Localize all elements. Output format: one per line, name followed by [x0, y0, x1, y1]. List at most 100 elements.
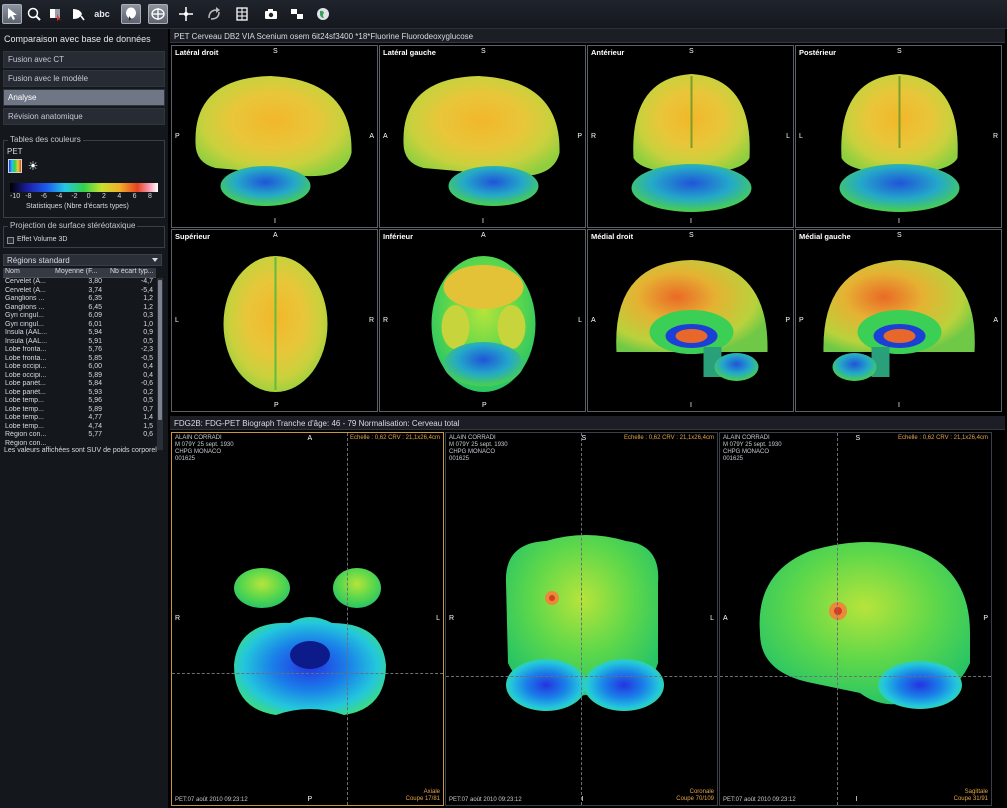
brightness-icon[interactable]: ☀: [26, 159, 40, 173]
annotation-tool-button[interactable]: abc: [92, 4, 112, 24]
orientation-label: L: [436, 615, 440, 622]
table-row[interactable]: Lobe temp... 4,74 1,5: [3, 423, 156, 432]
table-row[interactable]: Lobe occipi... 5,89 0,4: [3, 372, 156, 381]
patient-info-line: M 079Y 25 sept. 1930: [175, 442, 234, 448]
surface-pane[interactable]: Inférieur A P R L: [379, 229, 586, 412]
pane-title: Inférieur: [383, 232, 414, 241]
surface-pane[interactable]: Médial gauche S I P A: [795, 229, 1002, 412]
regions-table: Nom Moyenne (F... Nb écart typ... Cervel…: [3, 268, 156, 448]
table-row[interactable]: Lobe fronta... 5,85 -0,5: [3, 355, 156, 364]
table-cell: 3,74: [88, 286, 102, 294]
brain-surface-render: [403, 76, 560, 206]
table-scrollbar[interactable]: [157, 278, 163, 450]
acquisition-date: PET:07 août 2010 09:23:12: [449, 797, 522, 803]
pet-slice-image: [759, 542, 970, 709]
table-cell: 5,96: [88, 397, 102, 404]
table-row[interactable]: Insula (AAL... 5,94 0,9: [3, 329, 156, 338]
table-row[interactable]: Insula (AAL... 5,91 0,5: [3, 338, 156, 347]
crosshair-vertical[interactable]: [347, 433, 348, 805]
crosshair-vertical[interactable]: [837, 433, 838, 805]
patient-info-line: CHPG MONACO: [449, 449, 496, 455]
table-cell: 0,5: [143, 397, 153, 404]
pane-title: Postérieur: [799, 48, 837, 57]
table-cell: 6,00: [88, 363, 102, 370]
slice-info: Axiale Coupe 17/81: [406, 789, 440, 803]
column-header-name[interactable]: Nom: [3, 268, 53, 277]
table-cell: -0,5: [140, 354, 153, 362]
brain-select-tool-button[interactable]: [121, 4, 141, 24]
surface-pane[interactable]: Médial droit S I A P: [587, 229, 794, 412]
table-cell: 0,9: [143, 329, 153, 336]
table-row[interactable]: Région con... 5,77 0,6: [3, 431, 156, 440]
table-row[interactable]: Lobe temp... 5,89 0,7: [3, 406, 156, 415]
projection-legend: Projection de surface stéréotaxique: [8, 221, 138, 230]
crosshair-tool-button[interactable]: [176, 4, 196, 24]
table-row[interactable]: Gyri cingul... 6,01 1,0: [3, 321, 156, 330]
patient-info-line: CHPG MONACO: [175, 449, 222, 455]
footnote: Les valeurs affichées sont SUV de poids …: [4, 447, 157, 454]
acquisition-date: PET:07 août 2010 09:23:12: [723, 797, 796, 803]
table-row[interactable]: Lobe pariét... 5,93 0,2: [3, 389, 156, 398]
crosshair-horizontal[interactable]: [720, 676, 991, 677]
orientation-label: P: [482, 402, 487, 409]
table-row[interactable]: Lobe pariét... 5,84 -0,6: [3, 380, 156, 389]
crosshair-vertical[interactable]: [581, 433, 582, 805]
table-row[interactable]: Ganglions ... 6,45 1,2: [3, 304, 156, 313]
orientation-label: S: [689, 48, 694, 55]
table-cell: Gyri cingul...: [5, 312, 44, 319]
slice-number: Coupe 17/81: [405, 796, 440, 802]
table-cell: Lobe temp...: [5, 422, 44, 430]
slice-pane[interactable]: ALAIN CORRADI M 079Y 25 sept. 1930 CHPG MO…: [171, 432, 444, 806]
nav-analyse[interactable]: Analyse: [3, 89, 165, 106]
surface-pane[interactable]: Postérieur S I L R: [795, 45, 1002, 228]
grid-tool-button[interactable]: [232, 4, 252, 24]
table-cell: -0,6: [140, 380, 153, 387]
measure-tool-button[interactable]: [68, 4, 88, 24]
pointer-tool-button[interactable]: [2, 4, 22, 24]
regions-dropdown[interactable]: Régions standard: [3, 254, 162, 266]
table-row[interactable]: Lobe fronta... 5,76 -2,3: [3, 346, 156, 355]
layout-tool-button[interactable]: [287, 4, 307, 24]
volume-effect-checkbox[interactable]: [7, 237, 14, 244]
column-header-mean[interactable]: Moyenne (F...: [53, 268, 108, 277]
slice-pane[interactable]: ALAIN CORRADI M 079Y 25 sept. 1930 CHPG MO…: [445, 432, 718, 806]
table-row[interactable]: Gyri cingul... 6,09 0,3: [3, 312, 156, 321]
table-row[interactable]: Lobe occipi... 6,00 0,4: [3, 363, 156, 372]
surface-pane[interactable]: Latéral gauche S I A P: [379, 45, 586, 228]
table-row[interactable]: Lobe temp... 4,77 1,4: [3, 414, 156, 423]
table-row[interactable]: Cervelet (A... 3,74 -5,4: [3, 287, 156, 296]
table-cell: 0,4: [143, 371, 153, 379]
surface-pane[interactable]: Antérieur S I R L: [587, 45, 794, 228]
table-scrollbar-thumb[interactable]: [158, 280, 162, 420]
surface-pane[interactable]: Supérieur A P L R: [171, 229, 378, 412]
brain-surface-render: [223, 256, 328, 392]
color-table-swatch-button[interactable]: [8, 159, 22, 173]
table-cell: 5,93: [88, 388, 102, 396]
table-cell: 1,2: [143, 295, 153, 302]
table-row[interactable]: Ganglions ... 6,35 1,2: [3, 295, 156, 304]
stereo-tool-button[interactable]: [148, 4, 168, 24]
nav-fusion-ct[interactable]: Fusion avec CT: [3, 51, 165, 68]
table-body: Cervelet (A... 3,80 -4,7 Cervelet (A... 3,74…: [3, 278, 156, 448]
column-header-stddev[interactable]: Nb écart typ...: [108, 268, 156, 277]
layout-icon: [291, 9, 303, 19]
capture-tool-button[interactable]: [261, 4, 281, 24]
table-cell: Lobe fronta...: [5, 354, 47, 362]
table-row[interactable]: Cervelet (A... 3,80 -4,7: [3, 278, 156, 287]
patient-info-line: ALAIN CORRADI: [723, 435, 770, 441]
orientation-label: A: [591, 317, 596, 324]
window-level-tool-button[interactable]: [46, 4, 66, 24]
surface-pane[interactable]: Latéral droit S I P A: [171, 45, 378, 228]
globe-tool-button[interactable]: [313, 4, 333, 24]
zoom-tool-button[interactable]: [24, 4, 44, 24]
crosshair-horizontal[interactable]: [172, 673, 443, 674]
slice-pane[interactable]: ALAIN CORRADI M 079Y 25 sept. 1930 CHPG MO…: [719, 432, 992, 806]
nav-fusion-model[interactable]: Fusion avec le modèle: [3, 70, 165, 87]
orientation-label: I: [581, 796, 584, 803]
orientation-label: A: [369, 133, 374, 140]
view-name: Coronale: [689, 789, 714, 795]
table-row[interactable]: Lobe temp... 5,96 0,5: [3, 397, 156, 406]
nav-anatomic-review[interactable]: Révision anatomique: [3, 108, 165, 125]
orientation-label: S: [897, 48, 902, 55]
rotate-tool-button[interactable]: [204, 4, 224, 24]
